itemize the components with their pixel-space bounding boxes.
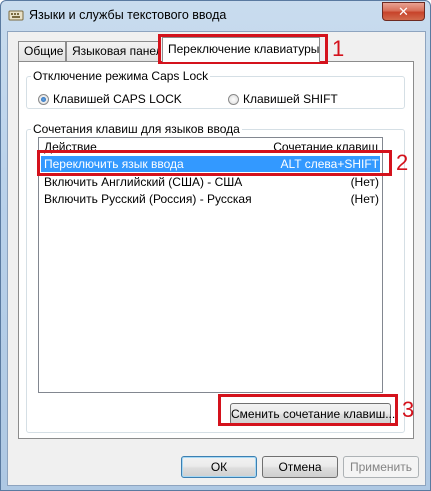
close-icon: ✕ bbox=[398, 4, 409, 19]
window-title: Языки и службы текстового ввода bbox=[29, 8, 227, 22]
keyboard-icon bbox=[8, 10, 24, 21]
callout-number-1: 1 bbox=[332, 36, 345, 61]
tab-language-bar-label: Языковая панель bbox=[72, 44, 160, 58]
tab-keyboard-switching[interactable]: Переключение клавиатуры bbox=[162, 37, 320, 62]
radio-shift-dot bbox=[228, 93, 239, 105]
tab-language-bar[interactable]: Языковая панель bbox=[66, 41, 160, 61]
list-item[interactable]: Переключить язык ввода ALT слева+SHIFT bbox=[41, 156, 380, 172]
tab-general[interactable]: Общие bbox=[18, 41, 66, 61]
apply-button[interactable]: Применить bbox=[343, 456, 419, 478]
dialog-window: Языки и службы текстового ввода ✕ Общие … bbox=[0, 0, 431, 491]
dialog-client-area: Общие Языковая панель Переключение клави… bbox=[7, 31, 426, 486]
row-action: Включить Русский (Россия) - Русская bbox=[44, 192, 252, 206]
title-bar[interactable]: Языки и службы текстового ввода ✕ bbox=[1, 1, 430, 31]
row-combo: (Нет) bbox=[350, 192, 379, 206]
radio-capslock-label: Клавишей CAPS LOCK bbox=[53, 92, 182, 106]
row-action: Включить Английский (США) - США bbox=[44, 175, 243, 189]
tab-panel: Отключение режима Caps Lock Клавишей CAP… bbox=[18, 61, 414, 439]
radio-shift[interactable]: Клавишей SHIFT bbox=[228, 92, 338, 106]
close-button[interactable]: ✕ bbox=[382, 2, 425, 21]
list-item[interactable]: Включить Русский (Россия) - Русская (Нет… bbox=[41, 191, 380, 207]
column-action: Действие bbox=[44, 140, 97, 154]
tab-keyboard-switching-label: Переключение клавиатуры bbox=[168, 42, 320, 56]
list-header: Действие Сочетание клавиш bbox=[39, 138, 382, 156]
hotkeys-legend: Сочетания клавиш для языков ввода bbox=[33, 122, 240, 136]
radio-capslock[interactable]: Клавишей CAPS LOCK bbox=[38, 92, 182, 106]
ok-button[interactable]: ОК bbox=[181, 456, 257, 478]
row-action: Переключить язык ввода bbox=[44, 157, 184, 171]
hotkeys-list[interactable]: Действие Сочетание клавиш Переключить яз… bbox=[38, 137, 383, 393]
row-combo: ALT слева+SHIFT bbox=[280, 157, 380, 171]
list-item[interactable]: Включить Английский (США) - США (Нет) bbox=[41, 174, 380, 190]
radio-shift-label: Клавишей SHIFT bbox=[243, 92, 338, 106]
callout-number-2: 2 bbox=[396, 150, 409, 175]
caps-lock-legend: Отключение режима Caps Lock bbox=[33, 69, 209, 83]
radio-capslock-dot bbox=[38, 93, 49, 105]
callout-number-3: 3 bbox=[402, 397, 415, 422]
row-combo: (Нет) bbox=[350, 175, 379, 189]
tab-general-label: Общие bbox=[24, 44, 64, 58]
cancel-button[interactable]: Отмена bbox=[262, 456, 338, 478]
column-combo: Сочетание клавиш bbox=[273, 140, 378, 154]
change-hotkey-button[interactable]: Сменить сочетание клавиш... bbox=[230, 403, 395, 425]
